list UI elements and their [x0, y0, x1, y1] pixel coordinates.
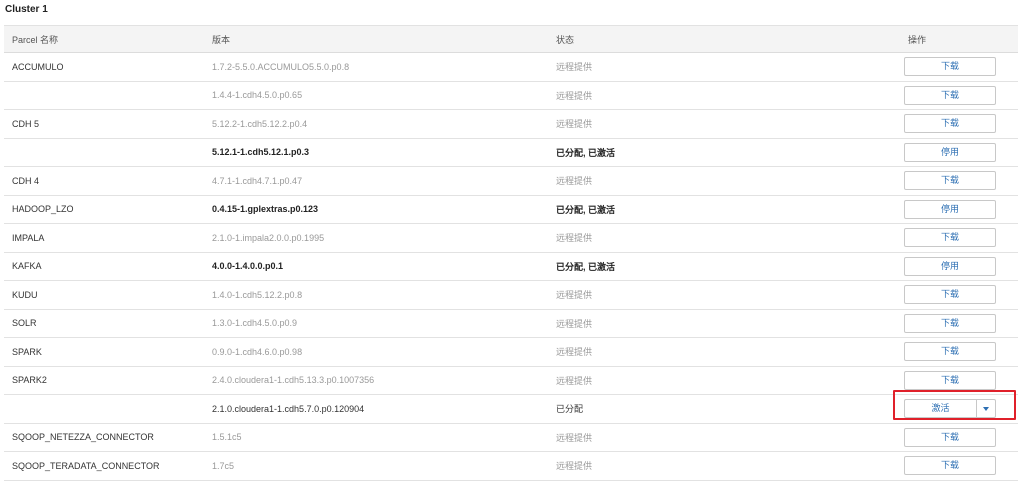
parcel-status: 已分配, 已激活 — [548, 137, 898, 167]
table-row: HADOOP_LZO 0.4.15-1.gplextras.p0.123 已分配… — [4, 194, 1018, 224]
parcel-name: SQOOP_TERADATA_CONNECTOR — [4, 451, 204, 481]
parcel-status: 远程提供 — [548, 451, 898, 481]
header-status[interactable]: 状态 — [548, 25, 898, 53]
parcel-status: 远程提供 — [548, 337, 898, 366]
parcel-version: 4.7.1-1.cdh4.7.1.p0.47 — [204, 166, 548, 195]
parcel-name: SOLR — [4, 308, 204, 338]
table-row: KAFKA 4.0.0-1.4.0.0.p0.1 已分配, 已激活 停用 — [4, 251, 1018, 281]
table-row: 1.4.4-1.cdh4.5.0.p0.65 远程提供 下载 — [4, 80, 1018, 110]
parcel-version: 1.7c5 — [204, 451, 548, 481]
download-button[interactable]: 下载 — [904, 285, 996, 305]
parcel-name: KAFKA — [4, 251, 204, 281]
download-button[interactable]: 下载 — [904, 57, 996, 77]
header-parcel-name[interactable]: Parcel 名称 — [4, 25, 204, 53]
table-row: CDH 5 5.12.2-1.cdh5.12.2.p0.4 远程提供 下载 — [4, 109, 1018, 138]
table-row: SOLR 1.3.0-1.cdh4.5.0.p0.9 远程提供 下载 — [4, 308, 1018, 338]
parcel-name: SPARK2 — [4, 365, 204, 395]
table-header-row: Parcel 名称 版本 状态 操作 — [4, 25, 1018, 53]
parcel-version: 2.1.0-1.impala2.0.0.p0.1995 — [204, 223, 548, 252]
parcel-version: 2.4.0.cloudera1-1.cdh5.13.3.p0.1007356 — [204, 365, 548, 395]
deactivate-button[interactable]: 停用 — [904, 142, 996, 162]
parcel-table: Parcel 名称 版本 状态 操作 ACCUMULO 1.7.2-5.5.0.… — [4, 25, 1018, 481]
parcel-version: 2.1.0.cloudera1-1.cdh5.7.0.p0.120904 — [204, 394, 548, 423]
parcel-name: HADOOP_LZO — [4, 194, 204, 224]
download-button[interactable]: 下载 — [904, 114, 996, 134]
table-row: SPARK 0.9.0-1.cdh4.6.0.p0.98 远程提供 下载 — [4, 337, 1018, 366]
header-action: 操作 — [898, 25, 1018, 53]
table-row: IMPALA 2.1.0-1.impala2.0.0.p0.1995 远程提供 … — [4, 223, 1018, 252]
parcel-status: 远程提供 — [548, 166, 898, 195]
parcel-name: SQOOP_NETEZZA_CONNECTOR — [4, 422, 204, 452]
parcel-version: 1.4.4-1.cdh4.5.0.p0.65 — [204, 80, 548, 110]
parcel-status: 远程提供 — [548, 52, 898, 81]
deactivate-button[interactable]: 停用 — [904, 199, 996, 219]
parcel-name — [4, 394, 204, 423]
download-button[interactable]: 下载 — [904, 342, 996, 362]
parcel-version: 1.3.0-1.cdh4.5.0.p0.9 — [204, 308, 548, 338]
parcel-name: CDH 5 — [4, 109, 204, 138]
download-button[interactable]: 下载 — [904, 228, 996, 248]
parcel-status: 远程提供 — [548, 80, 898, 110]
parcel-status: 已分配, 已激活 — [548, 251, 898, 281]
download-button[interactable]: 下载 — [904, 456, 996, 476]
parcel-status: 远程提供 — [548, 422, 898, 452]
parcel-version: 5.12.1-1.cdh5.12.1.p0.3 — [204, 137, 548, 167]
table-row: SQOOP_TERADATA_CONNECTOR 1.7c5 远程提供 下载 — [4, 451, 1018, 481]
download-button[interactable]: 下载 — [904, 370, 996, 390]
parcel-name: IMPALA — [4, 223, 204, 252]
parcel-name: KUDU — [4, 280, 204, 309]
deactivate-button[interactable]: 停用 — [904, 256, 996, 276]
parcel-name — [4, 137, 204, 167]
annotation-highlight-box — [893, 390, 1016, 420]
parcel-status: 远程提供 — [548, 280, 898, 309]
header-version[interactable]: 版本 — [204, 25, 548, 53]
parcel-status: 已分配, 已激活 — [548, 194, 898, 224]
download-button[interactable]: 下载 — [904, 313, 996, 333]
parcel-version: 4.0.0-1.4.0.0.p0.1 — [204, 251, 548, 281]
parcel-status: 已分配 — [548, 394, 898, 423]
parcel-version: 0.4.15-1.gplextras.p0.123 — [204, 194, 548, 224]
table-row: KUDU 1.4.0-1.cdh5.12.2.p0.8 远程提供 下载 — [4, 280, 1018, 309]
parcel-version: 5.12.2-1.cdh5.12.2.p0.4 — [204, 109, 548, 138]
parcel-version: 0.9.0-1.cdh4.6.0.p0.98 — [204, 337, 548, 366]
parcel-status: 远程提供 — [548, 308, 898, 338]
parcel-version: 1.7.2-5.5.0.ACCUMULO5.5.0.p0.8 — [204, 52, 548, 81]
parcel-version: 1.5.1c5 — [204, 422, 548, 452]
parcel-status: 远程提供 — [548, 109, 898, 138]
table-row: ACCUMULO 1.7.2-5.5.0.ACCUMULO5.5.0.p0.8 … — [4, 52, 1018, 81]
table-row: 2.1.0.cloudera1-1.cdh5.7.0.p0.120904 已分配… — [4, 394, 1018, 423]
parcel-status: 远程提供 — [548, 365, 898, 395]
parcel-name: ACCUMULO — [4, 52, 204, 81]
table-row: SQOOP_NETEZZA_CONNECTOR 1.5.1c5 远程提供 下载 — [4, 422, 1018, 452]
table-row: 5.12.1-1.cdh5.12.1.p0.3 已分配, 已激活 停用 — [4, 137, 1018, 167]
download-button[interactable]: 下载 — [904, 85, 996, 105]
parcel-name: CDH 4 — [4, 166, 204, 195]
parcel-name: SPARK — [4, 337, 204, 366]
parcel-status: 远程提供 — [548, 223, 898, 252]
table-row: CDH 4 4.7.1-1.cdh4.7.1.p0.47 远程提供 下载 — [4, 166, 1018, 195]
parcel-table-container: Parcel 名称 版本 状态 操作 ACCUMULO 1.7.2-5.5.0.… — [4, 25, 1018, 481]
download-button[interactable]: 下载 — [904, 171, 996, 191]
table-row: SPARK2 2.4.0.cloudera1-1.cdh5.13.3.p0.10… — [4, 365, 1018, 395]
download-button[interactable]: 下载 — [904, 427, 996, 447]
cluster-title: Cluster 1 — [5, 4, 48, 15]
parcel-name — [4, 80, 204, 110]
parcel-version: 1.4.0-1.cdh5.12.2.p0.8 — [204, 280, 548, 309]
